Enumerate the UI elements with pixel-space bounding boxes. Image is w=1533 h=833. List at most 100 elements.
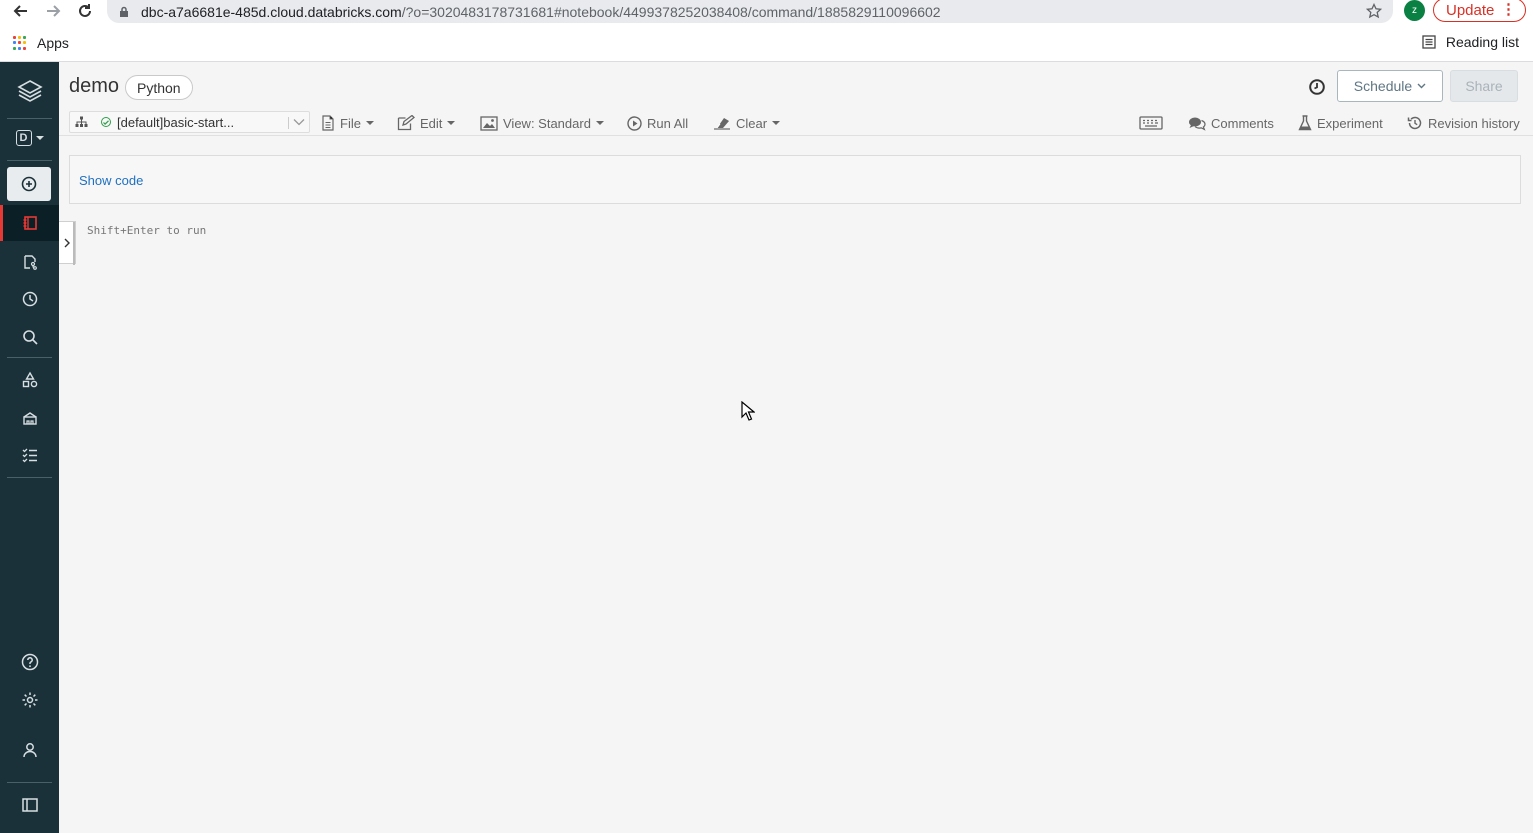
clear-menu[interactable]: Clear <box>713 113 781 133</box>
plus-circle-icon <box>21 176 37 192</box>
edit-icon <box>397 115 415 131</box>
lock-icon <box>119 6 129 17</box>
eraser-icon <box>714 118 730 130</box>
apps-label: Apps <box>37 35 69 51</box>
sidebar-divider <box>7 118 52 119</box>
sidebar-divider <box>7 782 52 783</box>
cluster-icon <box>74 115 88 129</box>
caret-down-icon <box>595 121 604 125</box>
revision-history-label: Revision history <box>1428 115 1520 131</box>
help-icon <box>21 653 38 671</box>
url-text: dbc-a7a6681e-485d.cloud.databricks.com/?… <box>141 3 941 20</box>
schedule-label: Schedule <box>1353 78 1413 94</box>
notebook-language-badge[interactable]: Python <box>125 75 193 100</box>
notebook-title[interactable]: demo <box>69 75 119 98</box>
chevron-down-icon <box>35 136 44 140</box>
comments-icon <box>1189 117 1206 131</box>
view-menu[interactable]: View: Standard <box>480 113 604 133</box>
keyboard-icon <box>1139 116 1163 130</box>
sidebar-item-workspace[interactable] <box>0 205 59 241</box>
apps-bookmark[interactable]: Apps <box>13 35 69 51</box>
sidebar-divider <box>7 357 52 358</box>
sidebar-item-data[interactable] <box>0 363 59 397</box>
show-code-link[interactable]: Show code <box>79 173 143 188</box>
reading-list-icon <box>1422 35 1436 49</box>
revision-history-button[interactable]: Revision history <box>1407 113 1520 133</box>
reload-icon[interactable] <box>74 1 96 21</box>
chevron-down-icon <box>292 115 306 129</box>
sidebar-item-help[interactable] <box>0 645 59 679</box>
clear-menu-label: Clear <box>736 115 768 131</box>
clock-icon <box>22 291 37 307</box>
schedule-history-icon[interactable] <box>1308 78 1326 96</box>
run-all-label: Run All <box>647 115 689 131</box>
update-button[interactable]: Update ⋮ <box>1433 0 1526 22</box>
hidden-code-cell: Show code <box>69 155 1521 204</box>
reading-list-button[interactable]: Reading list <box>1422 34 1519 50</box>
cluster-selector-divider <box>288 117 289 129</box>
more-vert-icon: ⋮ <box>1501 1 1516 18</box>
edit-menu-label: Edit <box>420 115 443 131</box>
edit-menu[interactable]: Edit <box>397 113 456 133</box>
cell-placeholder[interactable]: Shift+Enter to run <box>87 224 206 237</box>
sidebar-item-recents[interactable] <box>0 282 59 316</box>
file-menu[interactable]: File <box>321 113 374 133</box>
file-icon <box>322 115 334 131</box>
experiment-label: Experiment <box>1317 115 1383 131</box>
caret-down-icon <box>365 121 374 125</box>
sidebar-item-jobs[interactable] <box>0 438 59 472</box>
comments-button[interactable]: Comments <box>1188 113 1274 133</box>
file-menu-label: File <box>340 115 361 131</box>
sidebar-toggle-icon <box>21 798 38 812</box>
chevron-right-icon <box>64 238 70 247</box>
sidebar-collapse-button[interactable] <box>0 788 59 822</box>
history-icon <box>1407 116 1422 130</box>
sidebar-item-account[interactable] <box>0 733 59 767</box>
address-bar[interactable]: dbc-a7a6681e-485d.cloud.databricks.com/?… <box>107 0 1393 23</box>
cluster-name: [default]basic-start... <box>117 114 235 130</box>
notebook-icon <box>23 216 37 230</box>
notebook-content: Show code Shift+Enter to run <box>59 136 1533 833</box>
caret-down-icon <box>772 121 781 125</box>
comments-label: Comments <box>1211 115 1274 131</box>
databricks-logo-icon[interactable] <box>0 74 59 108</box>
forward-arrow-icon[interactable] <box>42 1 64 21</box>
bookmarks-bar: Apps Reading list <box>0 24 1533 62</box>
sidebar-create-button[interactable] <box>7 167 51 201</box>
workspace-letter: D <box>15 130 32 146</box>
repos-icon <box>23 255 37 270</box>
cluster-selector[interactable]: [default]basic-start... <box>69 111 310 133</box>
schedule-button[interactable]: Schedule <box>1337 70 1443 102</box>
caret-down-icon <box>447 121 456 125</box>
profile-avatar[interactable]: z <box>1404 0 1425 21</box>
gear-icon <box>22 692 37 708</box>
user-icon <box>22 743 37 758</box>
share-button[interactable]: Share <box>1450 70 1518 102</box>
keyboard-shortcuts-button[interactable] <box>1139 113 1163 133</box>
image-icon <box>480 115 498 131</box>
sidebar-item-settings[interactable] <box>0 683 59 717</box>
apps-grid-icon <box>13 36 27 50</box>
view-menu-label: View: Standard <box>503 115 591 131</box>
notebook-header: demo Python Schedule Share [default]basi… <box>59 62 1533 136</box>
browser-toolbar: dbc-a7a6681e-485d.cloud.databricks.com/?… <box>0 0 1533 24</box>
experiment-button[interactable]: Experiment <box>1298 113 1383 133</box>
shapes-icon <box>22 371 37 388</box>
compute-icon <box>22 412 37 425</box>
bookmark-star-icon[interactable] <box>1365 2 1383 20</box>
cell-expand-toggle[interactable] <box>59 221 76 265</box>
workspace-switcher[interactable]: D <box>0 121 59 155</box>
chevron-down-icon <box>1417 83 1426 89</box>
sidebar-item-compute[interactable] <box>0 401 59 435</box>
sidebar-item-repos[interactable] <box>0 245 59 279</box>
job-list-icon <box>22 448 37 463</box>
reading-list-label: Reading list <box>1445 34 1519 50</box>
sidebar-item-search[interactable] <box>0 320 59 354</box>
play-circle-icon <box>627 115 642 131</box>
sidebar-divider <box>7 477 52 478</box>
cluster-running-check-icon <box>101 117 111 127</box>
run-all-button[interactable]: Run All <box>627 113 688 133</box>
back-arrow-icon[interactable] <box>10 1 32 21</box>
search-icon <box>22 330 38 345</box>
flask-icon <box>1298 115 1312 131</box>
